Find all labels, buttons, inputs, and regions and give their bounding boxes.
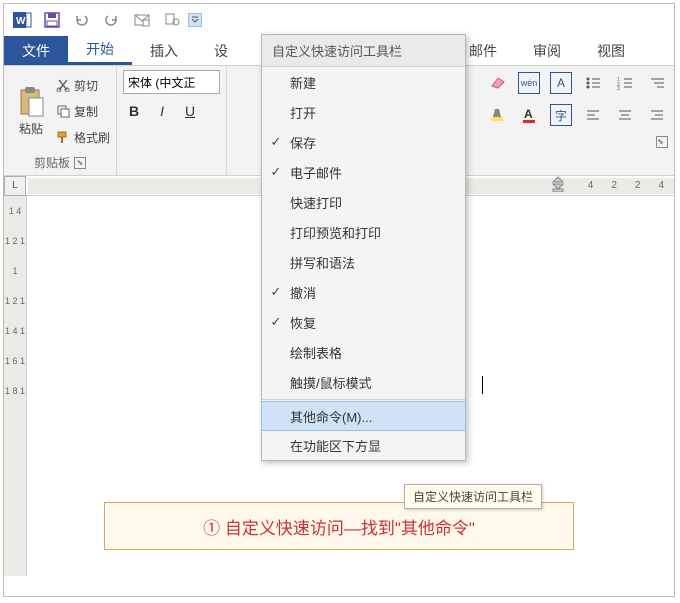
- char-border-icon[interactable]: 字: [550, 104, 572, 126]
- save-qat-button[interactable]: [38, 6, 66, 34]
- paste-button[interactable]: 粘贴: [10, 70, 52, 152]
- eraser-icon[interactable]: [486, 72, 508, 94]
- customize-qat-dropdown: 自定义快速访问工具栏 新建打开✓保存✓电子邮件快速打印打印预览和打印拼写和语法✓…: [261, 34, 466, 461]
- format-painter-button[interactable]: 格式刷: [56, 126, 110, 148]
- ribbon-right-controls: wén A 123 A 字 ⬊: [486, 72, 668, 148]
- bold-button[interactable]: B: [123, 100, 145, 122]
- dropdown-item[interactable]: 打开: [262, 97, 465, 127]
- align-center-icon[interactable]: [614, 104, 636, 126]
- tab-view[interactable]: 视图: [579, 36, 643, 65]
- tab-file[interactable]: 文件: [4, 36, 68, 65]
- dropdown-item[interactable]: 绘制表格: [262, 337, 465, 367]
- tab-design[interactable]: 设: [196, 36, 246, 65]
- dropdown-item[interactable]: ✓保存: [262, 127, 465, 157]
- underline-button[interactable]: U: [179, 100, 201, 122]
- dropdown-item[interactable]: 拼写和语法: [262, 247, 465, 277]
- multilevel-list-icon[interactable]: [646, 72, 668, 94]
- word-app-icon: W: [8, 6, 36, 34]
- bullets-icon[interactable]: [582, 72, 604, 94]
- dropdown-item[interactable]: ✓恢复: [262, 307, 465, 337]
- dropdown-item[interactable]: ✓撤消: [262, 277, 465, 307]
- indent-marker-icon[interactable]: [552, 176, 564, 192]
- cut-button[interactable]: 剪切: [56, 74, 110, 96]
- svg-text:W: W: [16, 16, 26, 27]
- redo-qat-button[interactable]: [98, 6, 126, 34]
- align-right-icon[interactable]: [646, 104, 668, 126]
- touch-mode-qat-button[interactable]: [158, 6, 186, 34]
- dropdown-item[interactable]: 触摸/鼠标模式: [262, 367, 465, 397]
- check-icon: ✓: [262, 314, 290, 330]
- dropdown-item[interactable]: ✓电子邮件: [262, 157, 465, 187]
- char-a-box-icon[interactable]: A: [550, 72, 572, 94]
- tooltip: 自定义快速访问工具栏: [404, 484, 542, 509]
- vertical-ruler[interactable]: 1 4 1 2 1 1 1 2 1 1 4 1 1 6 1 1 8 1: [4, 196, 26, 576]
- numbering-icon[interactable]: 123: [614, 72, 636, 94]
- italic-button[interactable]: I: [151, 100, 173, 122]
- phonetic-guide-icon[interactable]: wén: [518, 72, 540, 94]
- dropdown-header: 自定义快速访问工具栏: [262, 35, 465, 67]
- more-commands-item[interactable]: 其他命令(M)...: [261, 401, 466, 431]
- check-icon: ✓: [262, 134, 290, 150]
- clipboard-group: 粘贴 剪切 复制 格式刷: [4, 66, 117, 175]
- check-icon: ✓: [262, 164, 290, 180]
- paste-label: 粘贴: [19, 120, 43, 137]
- tab-insert[interactable]: 插入: [132, 36, 196, 65]
- dropdown-item[interactable]: 新建: [262, 67, 465, 97]
- highlight-icon[interactable]: [486, 104, 508, 126]
- font-launcher-icon[interactable]: ⬊: [656, 136, 668, 148]
- text-cursor: [482, 376, 483, 394]
- font-color-icon[interactable]: A: [518, 104, 540, 126]
- tab-review[interactable]: 审阅: [515, 36, 579, 65]
- svg-text:A: A: [524, 107, 533, 121]
- tab-home[interactable]: 开始: [68, 36, 132, 65]
- show-below-ribbon-item[interactable]: 在功能区下方显: [262, 430, 465, 460]
- font-family-combo[interactable]: 宋体 (中文正: [123, 70, 220, 94]
- email-qat-button[interactable]: [128, 6, 156, 34]
- instruction-callout: ① 自定义快速访问—找到"其他命令": [104, 502, 574, 550]
- clipboard-launcher-icon[interactable]: ⬊: [74, 157, 86, 169]
- dropdown-item[interactable]: 打印预览和打印: [262, 217, 465, 247]
- quick-access-toolbar: W: [4, 4, 674, 36]
- dropdown-item[interactable]: 快速打印: [262, 187, 465, 217]
- align-left-icon[interactable]: [582, 104, 604, 126]
- copy-button[interactable]: 复制: [56, 100, 110, 122]
- check-icon: ✓: [262, 284, 290, 300]
- font-group: 宋体 (中文正 B I U: [117, 66, 227, 175]
- clipboard-group-label: 剪贴板: [34, 154, 70, 171]
- customize-qat-caret[interactable]: [188, 13, 202, 27]
- svg-text:3: 3: [617, 86, 620, 90]
- undo-qat-button[interactable]: [68, 6, 96, 34]
- ruler-corner[interactable]: L: [4, 176, 26, 196]
